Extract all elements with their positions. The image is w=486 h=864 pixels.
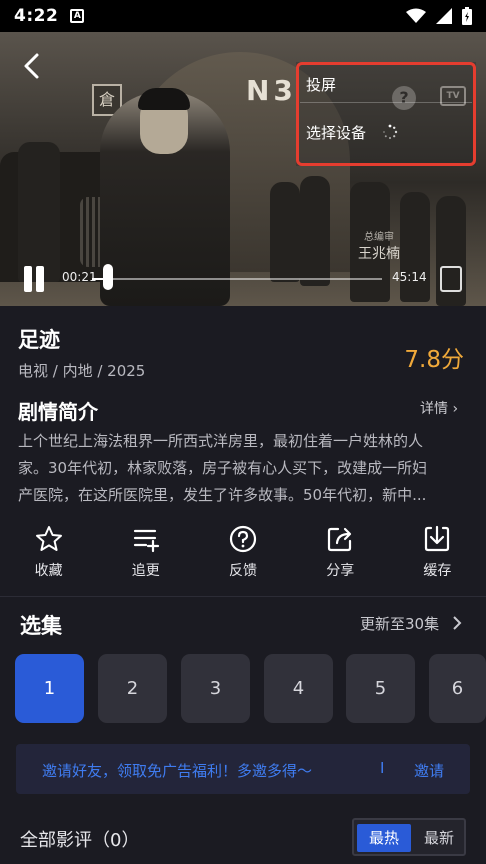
- video-frame-lead-hair: [138, 88, 190, 110]
- episode-button[interactable]: 1: [15, 654, 84, 723]
- invite-text: 邀请好友，领取免广告福利！多邀多得～: [42, 762, 313, 780]
- show-meta: 电视 / 内地 / 2025: [18, 362, 146, 380]
- download-icon: [425, 525, 450, 552]
- video-credit: 总编审 王兆楠: [358, 228, 400, 263]
- episodes-heading: 选集: [20, 614, 62, 638]
- invite-separator: I: [380, 759, 385, 777]
- episode-button[interactable]: 3: [181, 654, 250, 723]
- video-player[interactable]: 倉 N3 总编审 王兆楠 00:21 45:14 投屏 ? TV 选择设备: [0, 32, 486, 306]
- show-info: 足迹 电视 / 内地 / 2025 7.8分: [18, 324, 468, 380]
- video-frame-building-number: N3: [246, 74, 297, 107]
- episode-button[interactable]: 5: [346, 654, 415, 723]
- synopsis-line: 上个世纪上海法租界一所西式洋房里，最初住着一户姓林的人: [18, 432, 424, 450]
- current-time: 00:21: [62, 270, 97, 284]
- download-label: 缓存: [423, 563, 452, 579]
- show-score: 7.8分: [404, 347, 464, 373]
- status-time: 4:22: [14, 6, 59, 26]
- share-label: 分享: [326, 563, 355, 579]
- feedback-button[interactable]: 反馈: [194, 524, 291, 584]
- pause-icon[interactable]: [22, 266, 48, 292]
- seek-bar[interactable]: [92, 278, 382, 280]
- synopsis-line: 产医院，在这所医院里，发生了许多故事。50年代初，新中...: [18, 486, 427, 504]
- help-circle-icon: [229, 525, 257, 553]
- episodes-update-text: 更新至30集: [360, 615, 440, 633]
- synopsis-text[interactable]: 上个世纪上海法租界一所西式洋房里，最初住着一户姓林的人 家。30年代初，林家败落…: [18, 428, 470, 509]
- seek-thumb[interactable]: [103, 264, 113, 290]
- section-divider: [0, 596, 486, 597]
- battery-icon: [462, 7, 472, 25]
- reviews-heading: 全部影评（0）: [20, 830, 140, 851]
- show-title: 足迹: [18, 328, 60, 352]
- playlist-add-icon: [133, 529, 159, 553]
- feedback-label: 反馈: [229, 563, 257, 579]
- action-bar: 收藏 追更 反馈 分享 缓存: [0, 524, 486, 584]
- status-bar: 4:22 A: [0, 0, 486, 32]
- invite-banner: 邀请好友，领取免广告福利！多邀多得～ I 邀请: [16, 744, 470, 794]
- synopsis-line: 家。30年代初，林家败落，房子被有心人买下，改建成一所妇: [18, 459, 428, 477]
- episode-button[interactable]: 6: [429, 654, 486, 723]
- episodes-update-link[interactable]: 更新至30集: [360, 613, 464, 634]
- back-arrow-icon[interactable]: [20, 52, 44, 80]
- download-button[interactable]: 缓存: [389, 524, 486, 584]
- playback-controls: 00:21 45:14: [0, 260, 486, 306]
- total-time: 45:14: [392, 270, 427, 284]
- wifi-icon: [406, 8, 426, 23]
- notification-icon: A: [70, 9, 85, 23]
- fullscreen-icon[interactable]: [440, 266, 462, 292]
- chevron-right-icon: [453, 616, 462, 630]
- share-button[interactable]: 分享: [292, 524, 389, 584]
- follow-updates-button[interactable]: 追更: [97, 524, 194, 584]
- favorite-label: 收藏: [34, 563, 63, 579]
- share-icon: [328, 527, 352, 552]
- status-indicators: [406, 7, 472, 25]
- sort-hot-button[interactable]: 最热: [357, 824, 411, 852]
- episode-button[interactable]: 2: [98, 654, 167, 723]
- synopsis-detail-link[interactable]: 详情 ›: [420, 398, 458, 418]
- episode-button[interactable]: 4: [264, 654, 333, 723]
- follow-updates-label: 追更: [131, 563, 160, 579]
- invite-button[interactable]: 邀请: [414, 760, 444, 781]
- cast-menu-highlight: [296, 62, 476, 166]
- signal-icon: [436, 8, 452, 24]
- episode-list: 1 2 3 4 5 6: [15, 654, 486, 724]
- star-icon: [35, 526, 62, 551]
- favorite-button[interactable]: 收藏: [0, 524, 97, 584]
- synopsis-heading: 剧情简介: [18, 400, 98, 424]
- credit-role: 总编审: [364, 232, 394, 243]
- review-sort-toggle: 最热 最新: [352, 818, 466, 856]
- sort-new-button[interactable]: 最新: [414, 824, 464, 852]
